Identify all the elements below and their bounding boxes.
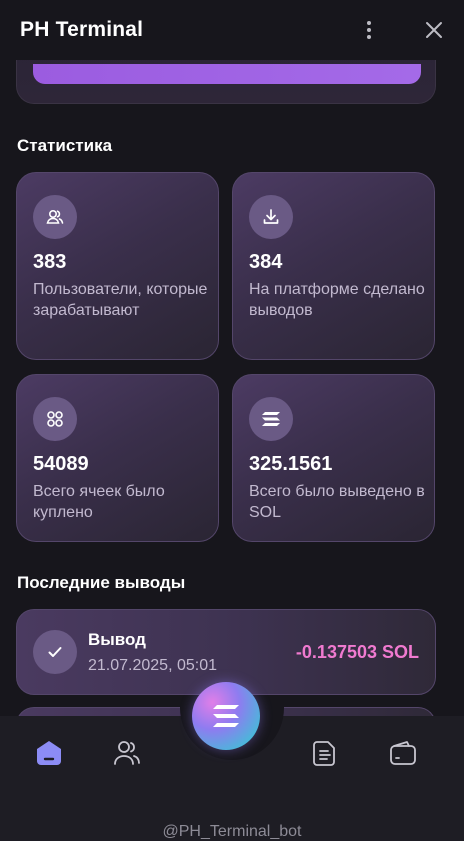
stat-value: 325.1561 xyxy=(249,453,333,475)
withdrawal-amount: -0.137503 SOL xyxy=(295,642,419,662)
stat-card-withdrawals: 384 На платформе сделано выводов xyxy=(232,172,435,360)
nav-wallet[interactable] xyxy=(386,736,420,770)
stat-label: Пользователи, которые зарабатывают xyxy=(33,281,208,319)
document-icon xyxy=(313,741,335,766)
stat-value: 54089 xyxy=(33,453,89,475)
withdrawals-section-title: Последние выводы xyxy=(17,573,186,592)
users-icon xyxy=(114,741,140,765)
stat-card-users: 383 Пользователи, которые зарабатывают xyxy=(16,172,219,360)
stat-label: Всего ячеек было куплено xyxy=(33,483,165,521)
stats-section-title: Статистика xyxy=(17,136,113,155)
center-action-button[interactable] xyxy=(192,682,260,750)
check-icon xyxy=(33,630,77,674)
nav-documents[interactable] xyxy=(308,736,342,770)
home-icon xyxy=(37,741,61,765)
bot-handle: @PH_Terminal_bot xyxy=(162,823,302,840)
wallet-icon xyxy=(390,741,416,765)
stat-label: На платформе сделано выводов xyxy=(249,281,425,319)
app-title: PH Terminal xyxy=(20,18,144,41)
withdrawal-title: Вывод xyxy=(88,630,146,649)
users-icon xyxy=(33,195,77,239)
app-header: PH Terminal xyxy=(0,0,464,60)
close-icon[interactable] xyxy=(422,18,446,42)
stat-card-sol: 325.1561 Всего было выведено в SOL xyxy=(232,374,435,542)
promo-card-button[interactable] xyxy=(33,64,421,84)
solana-icon xyxy=(249,397,293,441)
more-icon[interactable] xyxy=(356,16,382,44)
stat-label: Всего было выведено в SOL xyxy=(249,483,425,521)
stat-value: 383 xyxy=(33,251,67,273)
solana-icon xyxy=(213,705,239,727)
stat-card-cells: 54089 Всего ячеек было куплено xyxy=(16,374,219,542)
nav-home[interactable] xyxy=(32,736,66,770)
nav-users[interactable] xyxy=(110,736,144,770)
stat-value: 384 xyxy=(249,251,283,273)
download-icon xyxy=(249,195,293,239)
grid-icon xyxy=(33,397,77,441)
withdrawal-date: 21.07.2025, 05:01 xyxy=(88,657,218,674)
